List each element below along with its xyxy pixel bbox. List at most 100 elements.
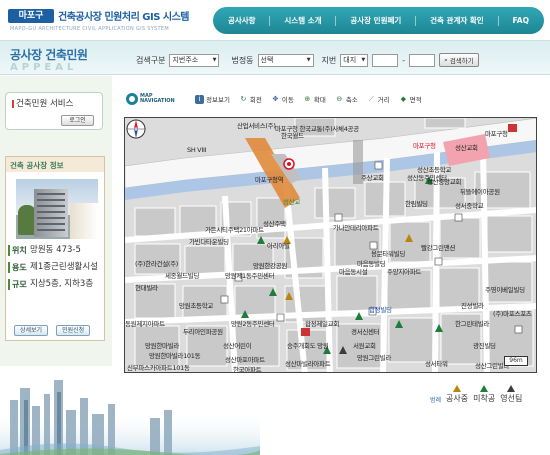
map-navigation-logo: MAP NAVIGATION — [126, 91, 175, 107]
map-label: 진성빌라 — [461, 302, 484, 310]
info-row-use: 용도 제1종근린생활시설 — [8, 262, 104, 273]
map-label: 마음동시설 — [339, 268, 368, 276]
dong-label: 법정동 — [231, 55, 254, 65]
civil-service-box: 건축민원 서비스 로그인 — [5, 92, 103, 130]
nav-item-complaint[interactable]: 공사장 민원페기 — [350, 15, 401, 26]
logo[interactable]: 마포구 건축공사장 민원처리 GIS 시스템 MAPO-GU ARCHITECT… — [8, 6, 208, 36]
photo-building — [34, 189, 68, 237]
map-label: 합정빌딩 — [369, 306, 392, 314]
tool-label: 이동 — [281, 96, 294, 104]
map-label: 주상교회 — [361, 174, 384, 182]
map-label: 망원한강공원 — [253, 262, 288, 270]
legend-label: 영선팀 — [500, 394, 523, 403]
info-row-location: 위치 망원동 473-5 — [8, 245, 104, 256]
chevron-down-icon: ▼ — [306, 57, 311, 63]
photo-building — [70, 203, 98, 239]
nav-item-system-intro[interactable]: 시스템 소개 — [284, 15, 321, 26]
jibun-separator: - — [402, 55, 406, 65]
detail-button[interactable]: 상세보기 — [14, 325, 49, 336]
category-label: 검색구분 — [136, 55, 166, 65]
legend-item-not-started: 미착공 — [473, 385, 495, 404]
distance-icon: ⟋ — [368, 94, 374, 103]
map-label: 두리아인파공원 — [183, 328, 223, 336]
map-label: 현대빌라 — [135, 284, 158, 292]
chevron-down-icon: ▼ — [361, 57, 366, 63]
nav-divider — [335, 15, 337, 26]
tool-zoom-out[interactable]: ⊖ 축소 — [335, 94, 357, 105]
logo-title: 건축공사장 민원처리 GIS 시스템 — [58, 12, 189, 23]
map-label: (주)마포스포츠 — [493, 310, 532, 318]
map-label: 망원초등학교 — [179, 302, 214, 310]
tool-info[interactable]: i 정보보기 — [195, 94, 230, 104]
nav-item-stakeholder[interactable]: 건축 관계자 확인 — [430, 15, 484, 26]
map-label: 망원한마빌라 — [145, 342, 180, 350]
tool-distance[interactable]: ⟋ 거리 — [367, 94, 390, 105]
map-label: 망원제1동주민센터 — [225, 272, 275, 280]
left-panel: 건축민원 서비스 로그인 건축 공사장 정보 위치 망원동 473-5 용도 제… — [0, 76, 112, 366]
map-label: 마포구청역 — [255, 176, 284, 184]
map-view[interactable]: 산업서비스(주) 마포구청 한국교통(주)사체4공공 한국월드 SH VIII … — [124, 117, 537, 373]
tool-area[interactable]: ◆ 면적 — [399, 94, 422, 105]
logo-subtitle: MAPO-GU ARCHITECTURE CIVIL APPLICATION G… — [10, 26, 169, 32]
nav-item-faq[interactable]: FAQ — [513, 16, 529, 25]
city-skyline-illustration — [0, 380, 260, 455]
search-icon: ⌕ — [444, 55, 448, 64]
map-navigation-text: MAP NAVIGATION — [140, 94, 175, 104]
tool-zoom-in[interactable]: ⊕ 확대 — [303, 94, 325, 105]
search-button[interactable]: ⌕ 검색하기 — [439, 53, 479, 67]
info-key: 용도 — [8, 262, 30, 273]
map-label: 한림빌딩 — [405, 200, 428, 208]
chevron-down-icon: ▼ — [212, 57, 217, 63]
dong-select[interactable]: 선택 ▼ — [257, 53, 314, 67]
area-icon: ◆ — [400, 94, 406, 103]
construction-info-box: 건축 공사장 정보 위치 망원동 473-5 용도 제1종근린생활시설 규모 지… — [5, 156, 105, 341]
civil-service-label: 건축민원 서비스 — [16, 99, 74, 109]
map-label: 성산마빌라아파트 — [285, 360, 331, 368]
tool-move[interactable]: ✥ 이동 — [271, 94, 294, 105]
rotate-icon: ↻ — [240, 94, 247, 103]
logo-badge: 마포구 — [8, 9, 54, 23]
tool-label: 회전 — [249, 96, 262, 104]
map-toolbar: i 정보보기 ↻ 회전 ✥ 이동 ⊕ 확대 ⊖ 축소 ⟋ 거리 ◆ 면적 — [195, 94, 422, 104]
apply-button[interactable]: 민원신청 — [56, 325, 91, 336]
map-label: 빨강그린맨션 — [421, 244, 456, 252]
not-started-marker-icon — [480, 385, 489, 392]
jibun-main-input[interactable] — [372, 53, 399, 67]
jibun-type-select[interactable]: 대지 ▼ — [340, 53, 369, 67]
category-select[interactable]: 지번주소 ▼ — [169, 53, 220, 67]
nav-divider — [415, 15, 417, 26]
info-rows: 위치 망원동 473-5 용도 제1종근린생활시설 규모 지상5층, 지하3층 — [8, 245, 104, 296]
map-label: 아리아빌 — [267, 242, 290, 250]
map-label: 주영이베일빌딩 — [485, 286, 525, 294]
info-value: 지상5층, 지하3층 — [30, 279, 94, 289]
map-label: 가나안테리아파트 — [333, 224, 379, 232]
legend-item-repair-team: 영선팀 — [500, 385, 522, 404]
nav-item-construction[interactable]: 공사사항 — [228, 15, 256, 26]
map-label: 가빈다타운빌딩 — [189, 238, 229, 246]
map-label: 용문타워빌딩 — [371, 250, 406, 258]
civil-service-title: 건축민원 서비스 — [12, 97, 73, 109]
map-label: 성서중학교 — [455, 202, 484, 210]
map-label: 세종월드빌딩 — [165, 272, 200, 280]
page-title: 공사장 건축민원 — [10, 48, 88, 62]
info-key: 위치 — [8, 245, 30, 256]
nav-divider — [269, 15, 271, 26]
map-label: 성산교 — [283, 198, 301, 206]
map-label: 마포구청 — [413, 142, 436, 150]
map-label: SH VIII — [187, 146, 207, 154]
scale-bar: 96m — [504, 356, 528, 366]
legend-label: 공사중 — [446, 394, 469, 403]
page-title-sub: APPEAL — [10, 62, 78, 73]
dong-value: 선택 — [260, 56, 274, 64]
tool-rotate[interactable]: ↻ 회전 — [239, 94, 262, 105]
jibun-sub-input[interactable] — [409, 53, 436, 67]
move-icon: ✥ — [272, 94, 279, 103]
map-label: 성산동주민센터 — [407, 174, 447, 182]
tool-label: 정보보기 — [206, 96, 230, 104]
zoom-out-icon: ⊖ — [336, 94, 343, 103]
map-label: 한그린테빌라 — [455, 320, 490, 328]
map-label: 서원교회 — [353, 342, 376, 350]
map-label: 성서타워 — [425, 360, 448, 368]
map-label: 합정제일교회 — [305, 320, 340, 328]
login-button[interactable]: 로그인 — [61, 115, 94, 126]
